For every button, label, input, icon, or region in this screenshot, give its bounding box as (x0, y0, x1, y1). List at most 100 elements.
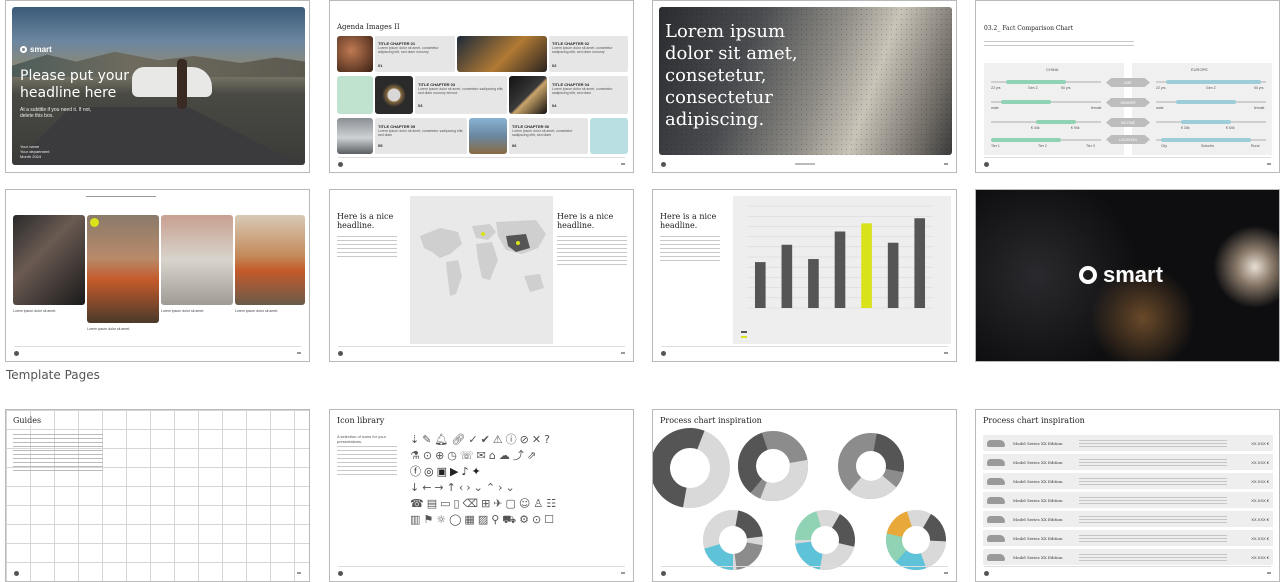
agenda-item-num: 03 (418, 103, 423, 108)
slide-footer (14, 346, 301, 356)
slide-footer (338, 346, 625, 356)
thumb-process-list[interactable]: Process chart inspiration Model Series X… (975, 409, 1280, 582)
icon-intro-lines (337, 446, 397, 476)
car-icon (987, 439, 1005, 447)
strip-photo (13, 215, 85, 305)
process-row-text (1079, 439, 1227, 447)
compare-label: male (991, 106, 999, 110)
chart-headline: Here is a nice headline. (660, 212, 717, 230)
thumb-cover[interactable]: smart Please put your headline here At a… (5, 0, 310, 173)
strip-caption: Lorem ipsum dolor sit amet. (161, 309, 205, 313)
thumb-brand-dark[interactable]: smart (975, 189, 1280, 362)
brand-logo: smart (1079, 262, 1163, 288)
thumb-guides[interactable]: Guides (5, 409, 310, 582)
strip-photo (161, 215, 233, 305)
thumb-fact-comparison[interactable]: 03.2_ Fact Comparison Chart CHINA EUROPE… (975, 0, 1280, 173)
agenda-color-tile (337, 76, 373, 114)
process-row-price: XX.XXX € (1251, 440, 1269, 446)
donut-1 (653, 428, 730, 508)
icon-row: ↓←→↑‹›⌄⌃›⌄ (410, 481, 518, 494)
car-icon (987, 477, 1005, 485)
icon-row: ⚗⊙⊕◷☏✉⌂☁⤴⇗ (410, 449, 540, 462)
slide-footer (338, 157, 625, 167)
slide-footer (661, 161, 948, 167)
icon-row: ☎▤▭▯⌫⊞✈▢☺♙☷ (410, 497, 560, 510)
agenda-item-text: Lorem ipsum dolor sit amet, consetetur s… (552, 46, 613, 54)
process-rows: Model Series XX Edition XX.XXX € Model Ser… (983, 435, 1273, 568)
donut-3 (838, 433, 904, 499)
process-row-price: XX.XXX € (1251, 459, 1269, 465)
compare-bar-fill (1006, 80, 1066, 84)
agenda-item-num: 06 (512, 143, 517, 148)
bar (834, 231, 846, 308)
agenda-item-num: 01 (378, 63, 383, 68)
thumb-image-strip[interactable]: Lorem ipsum dolor sit amet. Lorem ipsum … (5, 189, 310, 362)
compare-label: 22 yrs (1156, 86, 1166, 90)
category-pill: AGE (1106, 78, 1150, 87)
smart-logo-icon (20, 46, 27, 53)
compare-label: 50 yrs (1061, 86, 1071, 90)
compare-label: 22 yrs (991, 86, 1001, 90)
thumb-quote-photo[interactable]: Lorem ipsum dolor sit amet, consetetur, … (652, 0, 957, 173)
thumb-bar-chart[interactable]: Here is a nice headline. (652, 189, 957, 362)
cover-brand: smart (20, 45, 52, 54)
car-icon (987, 534, 1005, 542)
strip-photo (87, 215, 159, 323)
donut-4 (703, 510, 763, 570)
legend-swatch (741, 336, 747, 338)
slide-footer (661, 566, 948, 576)
compare-label: € 40k (1031, 126, 1040, 130)
compare-label: Tier 1 (991, 144, 1000, 148)
agenda-photo (337, 118, 373, 154)
donut-2 (738, 431, 808, 501)
thumb-agenda-images[interactable]: Agenda Images II TITLE CHAPTER 01 Lorem … (329, 0, 634, 173)
thumb-world-map[interactable]: Here is a nice headline. Here is a nice … (329, 189, 634, 362)
bar (781, 244, 793, 308)
category-pill: LOCATION (1106, 135, 1150, 144)
slide-title: 03.2_ Fact Comparison Chart (984, 25, 1074, 32)
process-row: Model Series XX Edition XX.XXX € (983, 454, 1273, 470)
process-row-text (1079, 553, 1227, 561)
process-row-text (1079, 496, 1227, 504)
agenda-item-num: 04 (552, 103, 557, 108)
guide-text (13, 434, 103, 474)
compare-label: Gen Z (1206, 86, 1216, 90)
compare-label: € 60k (1226, 126, 1235, 130)
process-row-price: XX.XXX € (1251, 535, 1269, 541)
icon-row: ⓕ◎▣▶♪✦ (410, 465, 484, 478)
smart-logo-icon (338, 161, 343, 167)
compare-label: 50 yrs (1254, 86, 1264, 90)
compare-bar-fill (1176, 100, 1236, 104)
compare-label: City (1161, 144, 1168, 148)
icon-grid: ⇣✎🔔︎🔗︎✓✔⚠ⓘ⊘✕? ⚗⊙⊕◷☏✉⌂☁⤴⇗ ⓕ◎▣▶♪✦ ↓←→↑‹›⌄⌃… (410, 432, 630, 528)
compare-label: Suburbs (1201, 144, 1215, 148)
agenda-item-num: 02 (552, 63, 557, 68)
bar (887, 242, 899, 308)
map-headline-right: Here is a nice headline. (557, 212, 614, 230)
compare-label: Rural (1251, 144, 1260, 148)
compare-label: Tier 2 (1038, 144, 1047, 148)
slide-footer (984, 566, 1271, 576)
compare-label: € 90k (1071, 126, 1080, 130)
agenda-photo (457, 36, 547, 72)
agenda-color-tile (590, 118, 628, 154)
process-row-price: XX.XXX € (1251, 554, 1269, 560)
bar (754, 262, 766, 308)
slide-footer (338, 566, 625, 576)
process-row-price: XX.XXX € (1251, 478, 1269, 484)
thumb-icon-library[interactable]: Icon library A selection of icons for yo… (329, 409, 634, 582)
quote-text: Lorem ipsum dolor sit amet, consetetur, … (665, 21, 798, 130)
map-panel (410, 196, 553, 344)
smart-logo-icon (14, 350, 19, 356)
smart-logo-icon (338, 570, 343, 576)
compare-label: female (1254, 106, 1265, 110)
thumb-process-donuts[interactable]: Process chart inspiration (652, 409, 957, 582)
smart-logo-icon (661, 161, 666, 167)
process-donuts-svg (653, 428, 946, 570)
icon-row: ⇣✎🔔︎🔗︎✓✔⚠ⓘ⊘✕? (410, 433, 553, 446)
smart-logo-icon (661, 570, 666, 576)
cover-headline: Please put your headline here (20, 68, 130, 101)
chart-panel (733, 196, 951, 344)
process-row: Model Series XX Edition XX.XXX € (983, 530, 1273, 546)
slide-footer (661, 346, 948, 356)
